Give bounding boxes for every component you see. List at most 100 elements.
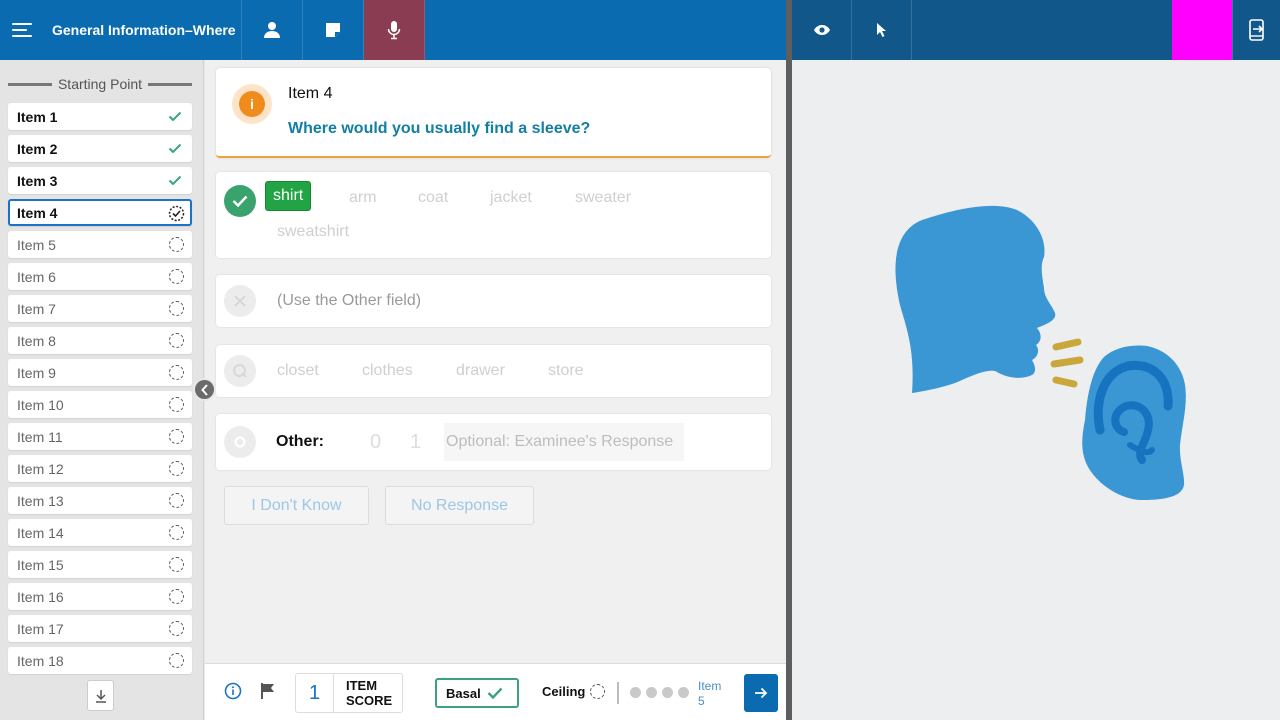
incorrect-responses-card: (Use the Other field) — [216, 275, 771, 327]
query-word-drawer[interactable]: drawer — [456, 362, 505, 380]
person-icon — [264, 22, 280, 38]
sidebar-item-3[interactable]: Item 3 — [8, 167, 192, 194]
question-text: Where would you usually find a sleeve? — [288, 120, 591, 137]
preview-button[interactable] — [792, 0, 852, 60]
sidebar-item-label: Item 4 — [17, 204, 58, 221]
basal-badge[interactable]: Basal — [435, 678, 519, 708]
item-score-label-line2: SCORE — [346, 693, 393, 708]
sidebar-item-12[interactable]: Item 12 — [8, 455, 192, 482]
response-word-jacket[interactable]: jacket — [490, 189, 532, 207]
eye-icon — [813, 25, 830, 35]
tab-examinee[interactable] — [242, 0, 303, 60]
pending-icon — [169, 397, 184, 412]
pending-icon — [169, 653, 184, 668]
exit-device-icon — [1248, 19, 1264, 41]
tab-notes[interactable] — [303, 0, 364, 60]
flag-icon — [261, 683, 274, 699]
other-radio-icon[interactable] — [224, 426, 256, 458]
sidebar-item-7[interactable]: Item 7 — [8, 295, 192, 322]
top-bar: General Information–Where — [0, 0, 786, 60]
download-arrow-icon — [95, 689, 106, 703]
sidebar-item-8[interactable]: Item 8 — [8, 327, 192, 354]
sidebar-item-2[interactable]: Item 2 — [8, 135, 192, 162]
sidebar-item-4[interactable]: Item 4 — [8, 199, 192, 226]
pointer-button[interactable] — [852, 0, 912, 60]
dont-know-button[interactable]: I Don't Know — [224, 486, 369, 525]
incorrect-x-icon[interactable] — [224, 285, 256, 317]
sidebar-item-label: Item 7 — [17, 300, 56, 317]
query-word-store[interactable]: store — [548, 362, 584, 380]
query-responses-card: closet clothes drawer store — [216, 345, 771, 397]
sidebar-item-13[interactable]: Item 13 — [8, 487, 192, 514]
no-response-button[interactable]: No Response — [385, 486, 534, 525]
sidebar-item-label: Item 5 — [17, 236, 56, 253]
other-score-0[interactable]: 0 — [370, 431, 381, 454]
arrow-right-icon — [755, 687, 768, 699]
query-q-icon[interactable] — [224, 355, 256, 387]
sidebar-item-label: Item 6 — [17, 268, 56, 285]
check-icon — [487, 687, 503, 699]
sidebar-item-label: Item 8 — [17, 332, 56, 349]
sidebar-item-6[interactable]: Item 6 — [8, 263, 192, 290]
sidebar-item-10[interactable]: Item 10 — [8, 391, 192, 418]
response-word-sweatshirt[interactable]: sweatshirt — [277, 223, 349, 241]
cursor-icon — [876, 23, 886, 37]
question-item-number: Item 4 — [288, 85, 333, 102]
sidebar-item-16[interactable]: Item 16 — [8, 583, 192, 610]
examinee-response-input[interactable] — [444, 423, 684, 461]
menu-button[interactable] — [0, 0, 44, 60]
pending-icon — [169, 301, 184, 316]
hamburger-menu-icon — [12, 19, 32, 41]
sidebar-item-label: Item 1 — [17, 108, 58, 125]
item-score-box: 1 ITEM SCORE — [295, 673, 403, 713]
query-word-closet[interactable]: closet — [277, 362, 319, 380]
next-item-label: Item 5 — [698, 679, 722, 708]
highlight-swatch[interactable] — [1172, 0, 1232, 60]
sidebar-item-18[interactable]: Item 18 — [8, 647, 192, 674]
collapse-sidebar-button[interactable] — [193, 378, 216, 401]
sidebar-item-label: Item 9 — [17, 364, 56, 381]
response-word-coat[interactable]: coat — [418, 189, 448, 207]
scroll-down-button[interactable] — [87, 680, 114, 711]
exit-button[interactable] — [1232, 0, 1280, 60]
pending-icon — [169, 365, 184, 380]
sidebar-item-14[interactable]: Item 14 — [8, 519, 192, 546]
scoring-panel: i Item 4 Where would you usually find a … — [205, 60, 786, 663]
next-item-button[interactable] — [744, 674, 778, 712]
sidebar-item-17[interactable]: Item 17 — [8, 615, 192, 642]
pending-icon — [169, 461, 184, 476]
use-other-field-hint: (Use the Other field) — [277, 292, 422, 309]
correct-check-icon[interactable] — [224, 185, 256, 217]
page-title: General Information–Where — [44, 0, 242, 60]
tab-microphone[interactable] — [364, 0, 425, 60]
query-word-clothes[interactable]: clothes — [362, 362, 413, 380]
item-list: Item 1 Item 2 Item 3 Item 4 Item 5 Item 6 Item… — [8, 103, 192, 679]
ceiling-indicator: Ceiling — [542, 684, 606, 699]
sidebar-item-1[interactable]: Item 1 — [8, 103, 192, 130]
pending-icon — [169, 621, 184, 636]
response-word-arm[interactable]: arm — [349, 189, 377, 207]
sidebar-item-label: Item 11 — [17, 428, 63, 445]
speaking-head-and-ear-illustration — [895, 205, 1186, 500]
sidebar-item-label: Item 12 — [17, 460, 64, 477]
info-icon: i — [232, 84, 272, 124]
sidebar-item-9[interactable]: Item 9 — [8, 359, 192, 386]
sidebar-item-11[interactable]: Item 11 — [8, 423, 192, 450]
other-score-1[interactable]: 1 — [410, 431, 421, 454]
response-word-shirt[interactable]: shirt — [265, 181, 312, 211]
sidebar-item-label: Item 18 — [17, 652, 64, 669]
sidebar-item-15[interactable]: Item 15 — [8, 551, 192, 578]
pending-icon — [169, 525, 184, 540]
examinee-view-bar — [792, 0, 1280, 60]
flag-button[interactable] — [260, 682, 276, 700]
response-word-sweater[interactable]: sweater — [575, 189, 631, 207]
sidebar-item-label: Item 16 — [17, 588, 64, 605]
info-button[interactable] — [224, 682, 242, 700]
pending-icon — [169, 237, 184, 252]
question-card: i Item 4 Where would you usually find a … — [216, 68, 771, 158]
examinee-display-panel — [792, 60, 1280, 720]
sidebar-item-5[interactable]: Item 5 — [8, 231, 192, 258]
bottom-bar: 1 ITEM SCORE Basal Ceiling Item 5 — [205, 663, 786, 720]
pending-icon — [169, 333, 184, 348]
pending-icon — [169, 557, 184, 572]
